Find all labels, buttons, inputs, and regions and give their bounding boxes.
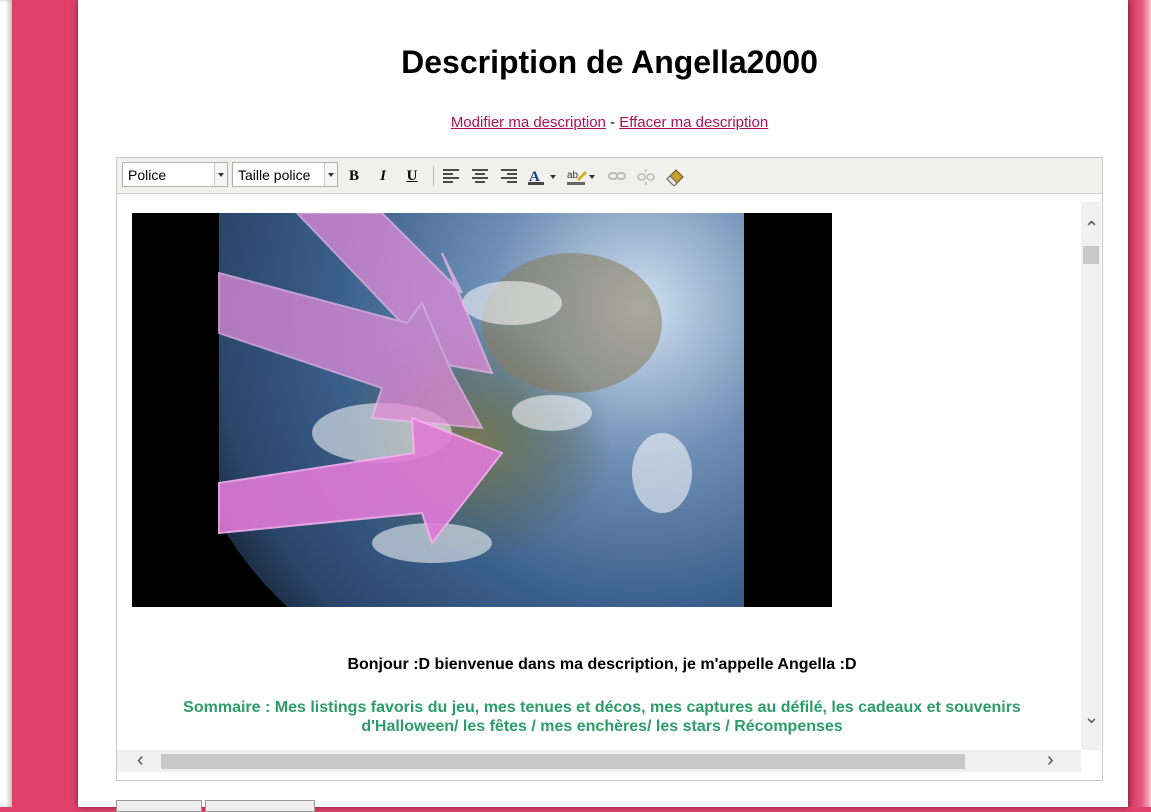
toolbar-separator (433, 166, 434, 186)
link-icon (608, 172, 626, 180)
horizontal-scroll-thumb[interactable] (161, 754, 965, 769)
unlink-icon (637, 169, 655, 185)
svg-text:ab: ab (567, 170, 579, 181)
left-border (0, 0, 12, 807)
vertical-scrollbar[interactable]: ⌃ ⌄ (1081, 202, 1101, 750)
chevron-down-icon[interactable]: ⌄ (1084, 707, 1099, 728)
chevron-left-icon[interactable]: ‹ (137, 749, 144, 772)
highlight-icon: ab (567, 170, 595, 185)
main-panel: Description de Angella2000 Modifier ma d… (78, 0, 1128, 812)
align-center-icon (472, 169, 488, 183)
align-left-button[interactable] (440, 165, 462, 187)
text-color-icon: A (528, 169, 556, 185)
bold-button[interactable]: B (343, 165, 365, 187)
font-select-value: Police (128, 167, 167, 183)
align-left-icon (443, 169, 459, 183)
chevron-down-icon (324, 163, 337, 186)
align-center-button[interactable] (469, 165, 491, 187)
highlight-color-button[interactable]: ab (566, 165, 598, 187)
rich-text-editor: Police Taille police B I U A ab Bonjour … (116, 157, 1103, 781)
align-right-icon (501, 169, 517, 183)
insert-link-button[interactable] (606, 165, 628, 187)
edit-description-link[interactable]: Modifier ma description (451, 114, 606, 131)
bottom-button-2[interactable] (205, 800, 315, 812)
description-links: Modifier ma description - Effacer ma des… (78, 114, 1141, 131)
font-select[interactable]: Police (122, 162, 228, 187)
video-embed[interactable] (132, 213, 832, 607)
editor-content[interactable]: Bonjour :D bienvenue dans ma description… (117, 194, 1081, 750)
chevron-down-icon (214, 163, 227, 186)
remove-link-button[interactable] (635, 165, 657, 187)
editor-toolbar: Police Taille police B I U A ab (117, 158, 1102, 194)
horizontal-scrollbar[interactable]: ‹ › (117, 749, 1081, 772)
font-size-select[interactable]: Taille police (232, 162, 338, 187)
bottom-button-1[interactable] (116, 800, 202, 812)
link-separator: - (610, 114, 616, 131)
earth-video-frame (132, 213, 832, 607)
font-size-select-value: Taille police (238, 167, 311, 183)
clear-formatting-button[interactable] (664, 165, 686, 187)
eraser-icon (666, 169, 684, 186)
align-right-button[interactable] (498, 165, 520, 187)
delete-description-link[interactable]: Effacer ma description (619, 114, 768, 131)
vertical-scroll-thumb[interactable] (1083, 246, 1099, 264)
text-color-button[interactable]: A (527, 165, 559, 187)
italic-button[interactable]: I (372, 165, 394, 187)
chevron-right-icon[interactable]: › (1047, 749, 1054, 772)
underline-button[interactable]: U (401, 165, 423, 187)
greeting-text: Bonjour :D bienvenue dans ma description… (347, 656, 857, 673)
summary-text: Sommaire : Mes listings favoris du jeu, … (183, 699, 1021, 735)
chevron-up-icon[interactable]: ⌃ (1084, 218, 1099, 239)
page-title: Description de Angella2000 (401, 44, 818, 80)
